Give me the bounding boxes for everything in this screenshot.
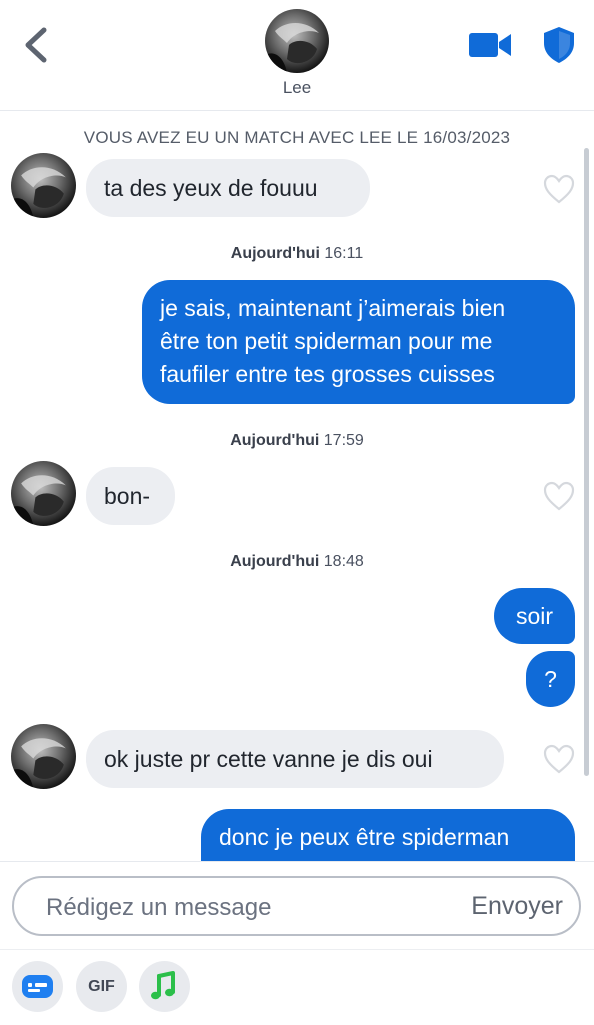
message-input[interactable] [44, 890, 428, 926]
avatar[interactable] [11, 461, 76, 526]
contact-name[interactable]: Lee [0, 78, 594, 98]
chat-header: Lee [0, 0, 594, 111]
message-incoming[interactable]: ta des yeux de fouuu [86, 159, 370, 217]
sticker-card-icon [22, 975, 53, 998]
sticker-button[interactable] [12, 961, 63, 1012]
message-text: ? [544, 666, 557, 692]
gif-button[interactable]: GIF [76, 961, 127, 1012]
match-notice: VOUS AVEZ EU UN MATCH AVEC LEE LE 16/03/… [83, 128, 511, 147]
message-line: je sais, maintenant j’aimerais bien [160, 295, 506, 321]
message-incoming[interactable]: ok juste pr cette vanne je dis oui [86, 730, 504, 788]
heart-icon[interactable] [543, 481, 575, 511]
heart-icon[interactable] [543, 744, 575, 774]
message-outgoing[interactable]: ? [526, 651, 575, 707]
chevron-left-icon[interactable] [18, 24, 54, 66]
message-line: être ton petit spiderman pour me [160, 328, 493, 354]
music-note-icon [151, 971, 175, 1000]
composer-bar: Envoyer [0, 861, 594, 950]
video-camera-icon[interactable] [468, 30, 512, 60]
timestamp: Aujourd'hui 18:48 [230, 553, 364, 570]
message-incoming[interactable]: bon- [86, 467, 175, 525]
message-outgoing[interactable]: soir [494, 588, 575, 644]
avatar[interactable] [11, 153, 76, 218]
message-text: ok juste pr cette vanne je dis oui [104, 746, 433, 772]
message-text: donc je peux être spiderman [219, 824, 510, 850]
send-button[interactable]: Envoyer [471, 892, 563, 921]
message-line: faufiler entre tes grosses cuisses [160, 361, 495, 387]
message-input-container[interactable]: Envoyer [12, 876, 581, 936]
attachment-toolbar: GIF [0, 949, 594, 1025]
message-text: ta des yeux de fouuu [104, 175, 318, 201]
message-text: bon- [104, 483, 151, 509]
shield-icon[interactable] [542, 26, 576, 64]
timestamp: Aujourd'hui 17:59 [230, 432, 364, 449]
timestamp: Aujourd'hui 16:11 [230, 245, 364, 262]
music-button[interactable] [139, 961, 190, 1012]
contact-avatar[interactable] [265, 9, 329, 73]
heart-icon[interactable] [543, 174, 575, 204]
gif-icon: GIF [88, 978, 115, 995]
message-text: soir [515, 603, 554, 629]
message-outgoing[interactable]: je sais, maintenant j’aimerais bien être… [142, 280, 575, 404]
scrollbar[interactable] [584, 148, 589, 776]
avatar[interactable] [11, 724, 76, 789]
